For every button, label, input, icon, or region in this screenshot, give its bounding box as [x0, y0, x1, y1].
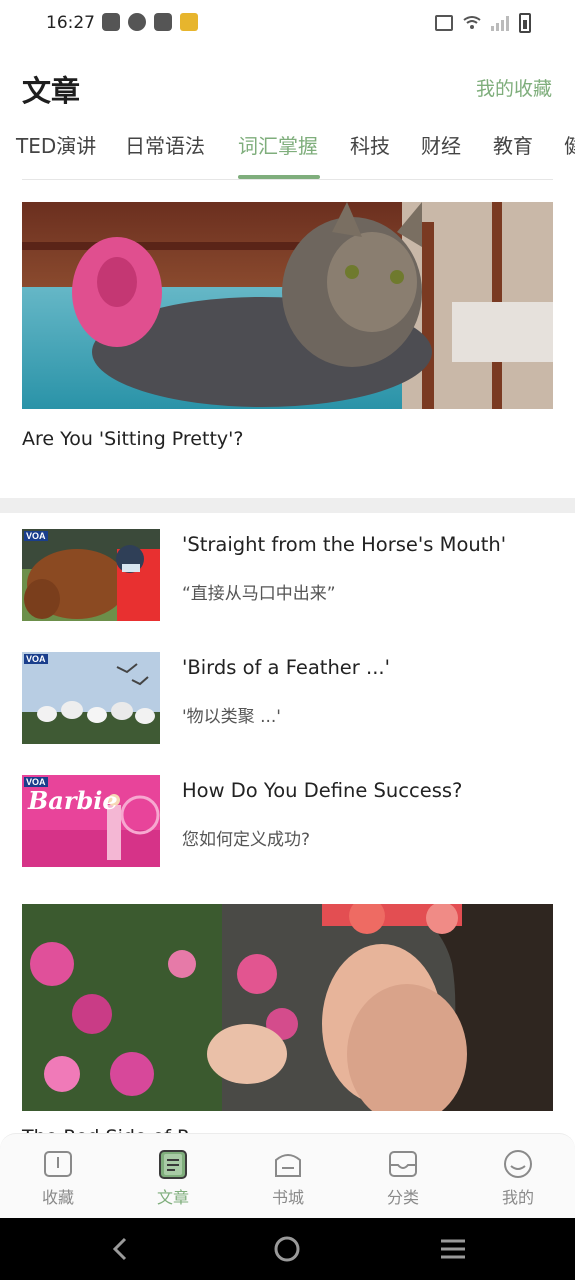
list-item-subtitle: '物以类聚 ...' [182, 707, 281, 727]
tab-ted[interactable]: TED演讲 [16, 130, 96, 159]
list-item-subtitle: “直接从马口中出来” [182, 584, 336, 604]
thumb-horse: VOA [22, 529, 160, 621]
list-item-subtitle: 您如何定义成功? [182, 830, 311, 850]
article-icon [159, 1150, 187, 1179]
page-title: 文章 [22, 74, 81, 108]
nav-label: 书城 [271, 1188, 304, 1207]
profile-face-icon [504, 1150, 532, 1178]
tab-finance[interactable]: 财经 [421, 130, 461, 159]
list-item-title: 'Straight from the Horse's Mouth' [182, 533, 507, 556]
my-favorites-link[interactable]: 我的收藏 [476, 74, 552, 101]
nav-articles[interactable]: 文章 [133, 1148, 213, 1208]
section-divider [0, 498, 575, 513]
list-item[interactable]: Barbie VOA How Do You Define Success? 您如… [22, 775, 553, 867]
back-icon[interactable] [106, 1234, 136, 1264]
list-item[interactable]: VOA 'Straight from the Horse's Mouth' “直… [22, 529, 553, 621]
system-navigation-bar [0, 1218, 575, 1280]
thumb-barbie: Barbie VOA [22, 775, 160, 867]
tabs-divider [22, 179, 553, 180]
voa-badge: VOA [24, 531, 48, 541]
status-time: 16:27 [46, 13, 95, 33]
tab-education[interactable]: 教育 [493, 130, 533, 159]
tab-grammar[interactable]: 日常语法 [125, 130, 205, 159]
signal-icon [491, 15, 509, 31]
bottom-navigation: 收藏 文章 书城 分类 我的 [0, 1133, 575, 1218]
nav-profile[interactable]: 我的 [478, 1148, 558, 1208]
vibrate-icon [435, 15, 453, 31]
feature-article-title[interactable]: Are You 'Sitting Pretty'? [22, 428, 243, 450]
check-notification-icon [128, 13, 146, 31]
status-bar: 16:27 [0, 0, 575, 48]
tab-health-partial[interactable]: 健 [564, 130, 575, 159]
list-item-title: How Do You Define Success? [182, 779, 463, 802]
list-item-title: 'Birds of a Feather ...' [182, 656, 390, 679]
home-icon[interactable] [272, 1234, 302, 1264]
notification-icons [102, 13, 198, 31]
mail-notification-icon [102, 13, 120, 31]
tab-technology[interactable]: 科技 [350, 130, 390, 159]
battery-icon [519, 13, 531, 33]
feature-image-cat[interactable] [22, 202, 553, 409]
voa-badge: VOA [24, 654, 48, 664]
bookstore-icon [275, 1154, 301, 1177]
thumb-barbie-text: Barbie [27, 786, 118, 815]
nav-category[interactable]: 分类 [363, 1148, 443, 1208]
app-notification-icon-2 [180, 13, 198, 31]
tab-vocabulary[interactable]: 词汇掌握 [238, 130, 318, 159]
thumb-birds: VOA [22, 652, 160, 744]
list-item[interactable]: VOA 'Birds of a Feather ...' '物以类聚 ...' [22, 652, 553, 744]
nav-label: 我的 [501, 1188, 534, 1207]
recents-menu-icon[interactable] [438, 1234, 468, 1264]
app-notification-icon [154, 13, 172, 31]
nav-favorites[interactable]: 收藏 [18, 1148, 98, 1208]
category-tabs: TED演讲 日常语法 词汇掌握 科技 财经 教育 健 [0, 126, 575, 180]
nav-label: 收藏 [41, 1188, 74, 1207]
feature-image-roses[interactable] [22, 904, 553, 1111]
voa-badge: VOA [24, 777, 48, 787]
nav-label: 文章 [156, 1188, 189, 1207]
bookmark-book-icon [44, 1151, 72, 1177]
system-icons [435, 13, 531, 33]
nav-bookstore[interactable]: 书城 [248, 1148, 328, 1208]
category-tray-icon [389, 1151, 417, 1177]
nav-label: 分类 [386, 1188, 419, 1207]
wifi-icon [463, 16, 481, 29]
